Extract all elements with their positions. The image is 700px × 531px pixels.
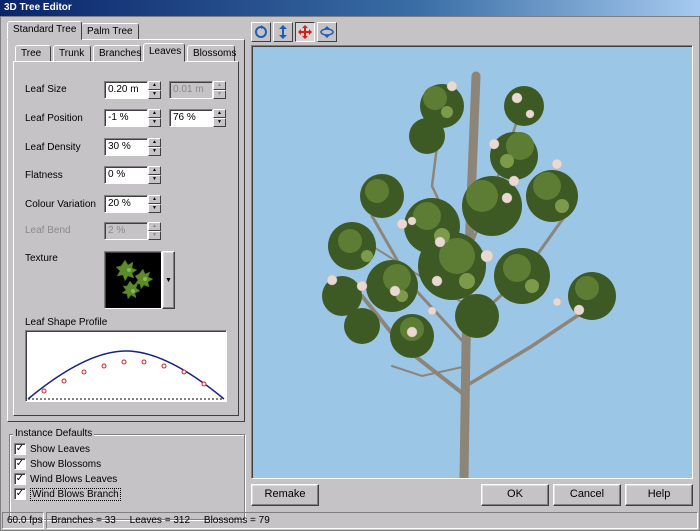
tab-standard-tree[interactable]: Standard Tree: [7, 21, 83, 40]
texture-preview[interactable]: [104, 251, 162, 309]
cancel-button[interactable]: Cancel: [553, 484, 621, 506]
leaf-texture-icon: [115, 259, 154, 300]
leaf-bend-label: Leaf Bend: [25, 225, 71, 236]
leaf-density-spinner[interactable]: 30 % ▲ ▼: [104, 138, 161, 156]
flatness-spinner[interactable]: 0 % ▲ ▼: [104, 166, 161, 184]
spin-down-icon[interactable]: ▼: [148, 90, 161, 99]
leaf-bend-spinner: 2 % ▲ ▼: [104, 222, 161, 240]
leaf-size-spinner[interactable]: 0.20 m ▲ ▼: [104, 81, 161, 99]
status-bar: 60.0 fps Branches = 33 Leaves = 312 Blos…: [0, 510, 700, 531]
move-vertical-tool-button[interactable]: [273, 22, 293, 42]
status-blossoms: Blossoms = 79: [203, 515, 270, 526]
spin-up-icon: ▲: [148, 222, 161, 231]
checkmark-icon[interactable]: ✓: [14, 488, 26, 500]
spin-down-icon: ▼: [213, 90, 226, 99]
spin-down-icon[interactable]: ▼: [148, 118, 161, 127]
spin-down-icon[interactable]: ▼: [213, 118, 226, 127]
leaf-size-label: Leaf Size: [25, 84, 67, 95]
move-tool-button[interactable]: [295, 22, 315, 42]
tab-blossoms[interactable]: Blossoms: [187, 45, 236, 62]
colour-variation-spinner[interactable]: 20 % ▲ ▼: [104, 195, 161, 213]
spin-up-icon[interactable]: ▲: [213, 109, 226, 118]
wind-blows-leaves-label: Wind Blows Leaves: [30, 473, 118, 485]
status-leaves: Leaves = 312: [129, 515, 190, 526]
leaf-bend-value: 2 %: [104, 222, 148, 240]
leaf-position-variation-value[interactable]: 76 %: [169, 109, 213, 127]
flatness-label: Flatness: [25, 170, 63, 181]
leaf-position-variation-spinner[interactable]: 76 % ▲ ▼: [169, 109, 226, 127]
profile-control-points[interactable]: [41, 359, 207, 394]
leaf-position-value[interactable]: -1 %: [104, 109, 148, 127]
wind-blows-branch-checkbox[interactable]: ✓ Wind Blows Branch: [14, 487, 121, 501]
leaf-shape-profile-label: Leaf Shape Profile: [25, 317, 108, 328]
spin-down-icon[interactable]: ▼: [148, 204, 161, 213]
tab-trunk[interactable]: Trunk: [53, 45, 91, 62]
colour-variation-value[interactable]: 20 %: [104, 195, 148, 213]
spin-down-icon[interactable]: ▼: [148, 175, 161, 184]
wind-blows-branch-label: Wind Blows Branch: [30, 487, 121, 501]
status-fps: 60.0 fps: [2, 512, 44, 529]
spin-up-icon: ▲: [213, 81, 226, 90]
texture-dropdown-button[interactable]: ▼: [162, 251, 175, 309]
tree-editor-window: Standard Tree Palm Tree Tree Trunk Branc…: [0, 16, 700, 531]
tree-viewport[interactable]: [251, 45, 693, 479]
leaf-size-variation-value: 0.01 m: [169, 81, 213, 99]
show-blossoms-label: Show Blossoms: [30, 458, 102, 470]
spin-up-icon[interactable]: ▲: [148, 81, 161, 90]
spin-up-icon[interactable]: ▲: [148, 195, 161, 204]
leaf-size-variation-spinner: 0.01 m ▲ ▼: [169, 81, 226, 99]
tab-branches[interactable]: Branches: [93, 45, 141, 62]
colour-variation-label: Colour Variation: [25, 199, 96, 210]
tab-tree[interactable]: Tree: [15, 45, 51, 62]
orbit-tool-button[interactable]: [317, 22, 337, 42]
move-icon: [298, 25, 312, 39]
checkmark-icon[interactable]: ✓: [14, 443, 26, 455]
leaf-position-spinner[interactable]: -1 % ▲ ▼: [104, 109, 161, 127]
status-branches: Branches = 33: [51, 515, 116, 526]
checkmark-icon[interactable]: ✓: [14, 473, 26, 485]
rotate-tool-button[interactable]: [251, 22, 271, 42]
wind-blows-leaves-checkbox[interactable]: ✓ Wind Blows Leaves: [14, 472, 117, 486]
instance-defaults-title: Instance Defaults: [13, 428, 95, 439]
checkmark-icon[interactable]: ✓: [14, 458, 26, 470]
rotate-icon: [255, 25, 267, 38]
remake-button[interactable]: Remake: [251, 484, 319, 506]
leaf-density-label: Leaf Density: [25, 142, 81, 153]
window-title: 3D Tree Editor: [0, 0, 700, 16]
leaf-density-value[interactable]: 30 %: [104, 138, 148, 156]
spin-down-icon: ▼: [148, 231, 161, 240]
spin-up-icon[interactable]: ▲: [148, 109, 161, 118]
show-blossoms-checkbox[interactable]: ✓ Show Blossoms: [14, 457, 101, 471]
leaf-size-value[interactable]: 0.20 m: [104, 81, 148, 99]
leaf-shape-profile-graph[interactable]: [25, 330, 227, 402]
show-leaves-checkbox[interactable]: ✓ Show Leaves: [14, 442, 90, 456]
ok-button[interactable]: OK: [481, 484, 549, 506]
tree-preview: [322, 71, 616, 478]
status-counts: Branches = 33 Leaves = 312 Blossoms = 79: [46, 512, 698, 529]
leaf-position-label: Leaf Position: [25, 113, 83, 124]
orbit-icon: [320, 26, 334, 38]
show-leaves-label: Show Leaves: [30, 443, 91, 455]
flatness-value[interactable]: 0 %: [104, 166, 148, 184]
move-vertical-icon: [279, 25, 287, 39]
profile-curve: [27, 350, 225, 400]
tab-palm-tree[interactable]: Palm Tree: [81, 23, 139, 40]
spin-up-icon[interactable]: ▲: [148, 166, 161, 175]
texture-label: Texture: [25, 253, 58, 264]
help-button[interactable]: Help: [625, 484, 693, 506]
spin-down-icon[interactable]: ▼: [148, 147, 161, 156]
spin-up-icon[interactable]: ▲: [148, 138, 161, 147]
tab-leaves[interactable]: Leaves: [143, 43, 185, 62]
chevron-down-icon: ▼: [165, 276, 172, 284]
